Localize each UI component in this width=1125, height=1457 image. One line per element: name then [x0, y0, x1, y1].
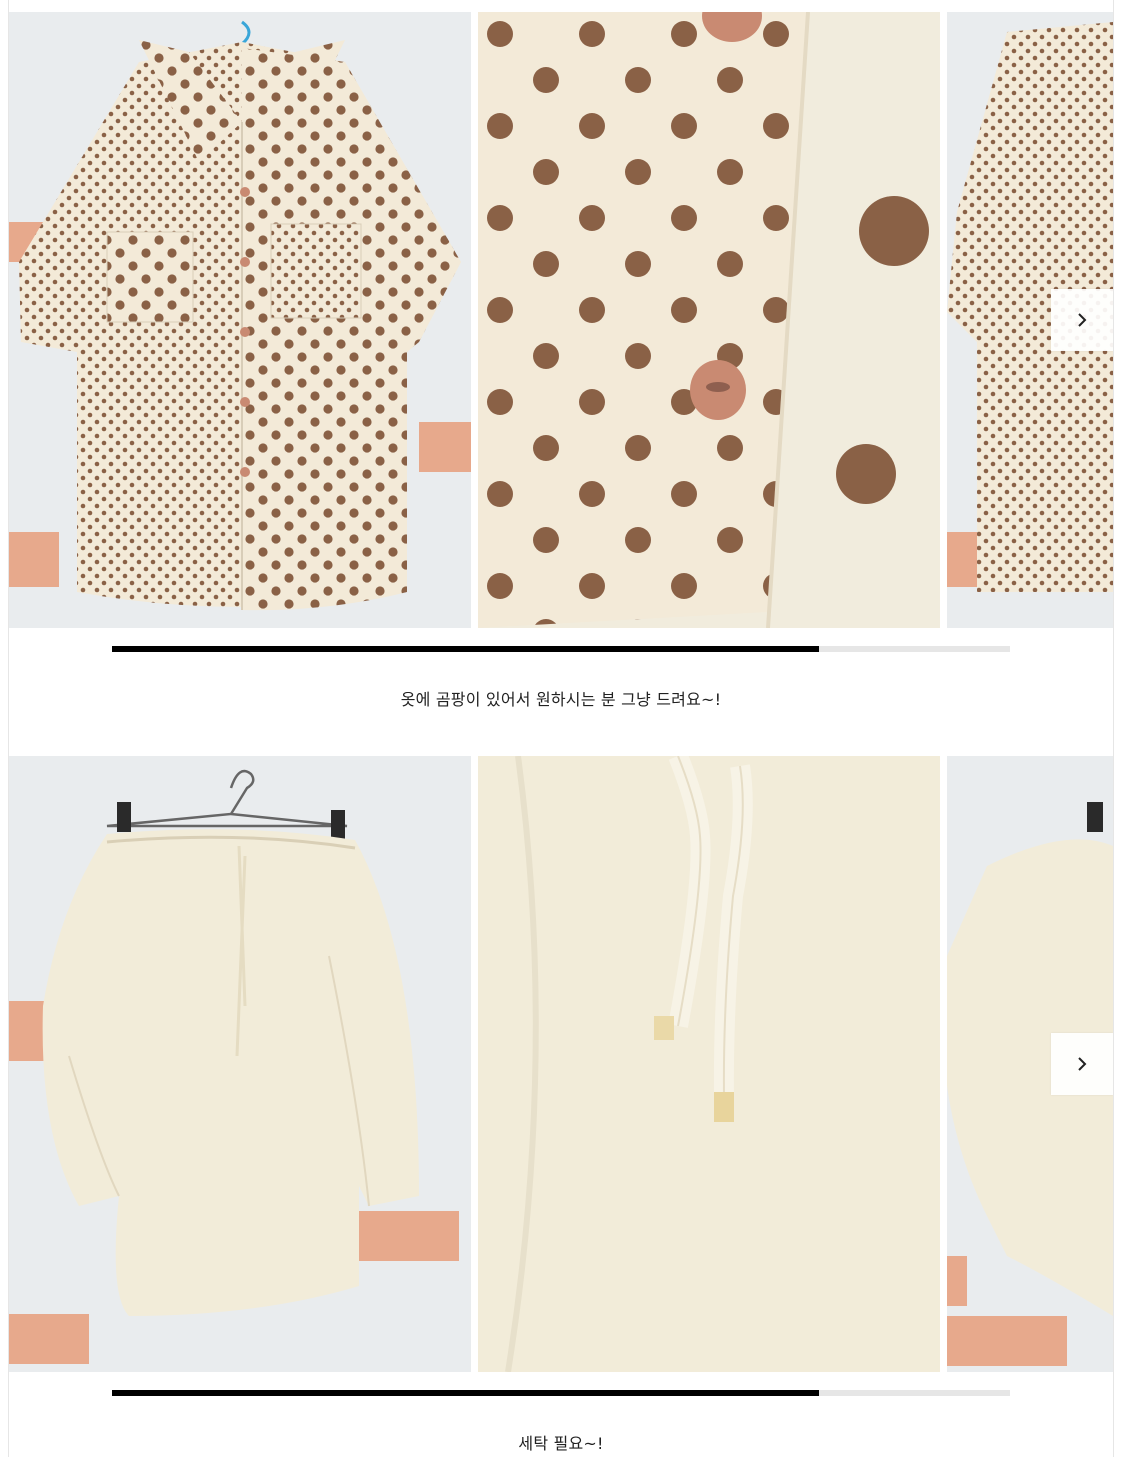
- right-border: [1113, 0, 1114, 1457]
- carousel-slide[interactable]: [9, 12, 471, 628]
- image-carousel-2[interactable]: [9, 756, 1113, 1372]
- image-section-2: 세탁 필요~!: [9, 756, 1113, 1453]
- progress-bar-fill: [112, 1390, 819, 1396]
- carousel-slide[interactable]: [9, 756, 471, 1372]
- carousel-progress-bar: [112, 1390, 1010, 1396]
- progress-bar-fill: [112, 646, 819, 652]
- section-caption: 세탁 필요~!: [518, 1434, 604, 1453]
- chevron-right-icon: [1078, 1057, 1087, 1071]
- image-carousel-1[interactable]: [9, 12, 1113, 628]
- chevron-right-icon: [1078, 313, 1087, 327]
- carousel-progress-bar: [112, 646, 1010, 652]
- carousel-next-button[interactable]: [1051, 289, 1113, 351]
- carousel-slide[interactable]: [478, 756, 940, 1372]
- section-caption: 옷에 곰팡이 있어서 원하시는 분 그냥 드려요~!: [400, 690, 722, 709]
- carousel-slide[interactable]: [478, 12, 940, 628]
- polka-shirt-photo: [9, 12, 471, 628]
- carousel-next-button[interactable]: [1051, 1033, 1113, 1095]
- shirt-button-closeup-photo: [478, 12, 940, 628]
- cream-blouse-photo: [9, 756, 471, 1372]
- image-section-1: 옷에 곰팡이 있어서 원하시는 분 그냥 드려요~!: [9, 12, 1113, 709]
- product-detail-page: 옷에 곰팡이 있어서 원하시는 분 그냥 드려요~! 세탁 필요~!: [0, 0, 1125, 1457]
- blouse-drawstring-closeup-photo: [478, 756, 940, 1372]
